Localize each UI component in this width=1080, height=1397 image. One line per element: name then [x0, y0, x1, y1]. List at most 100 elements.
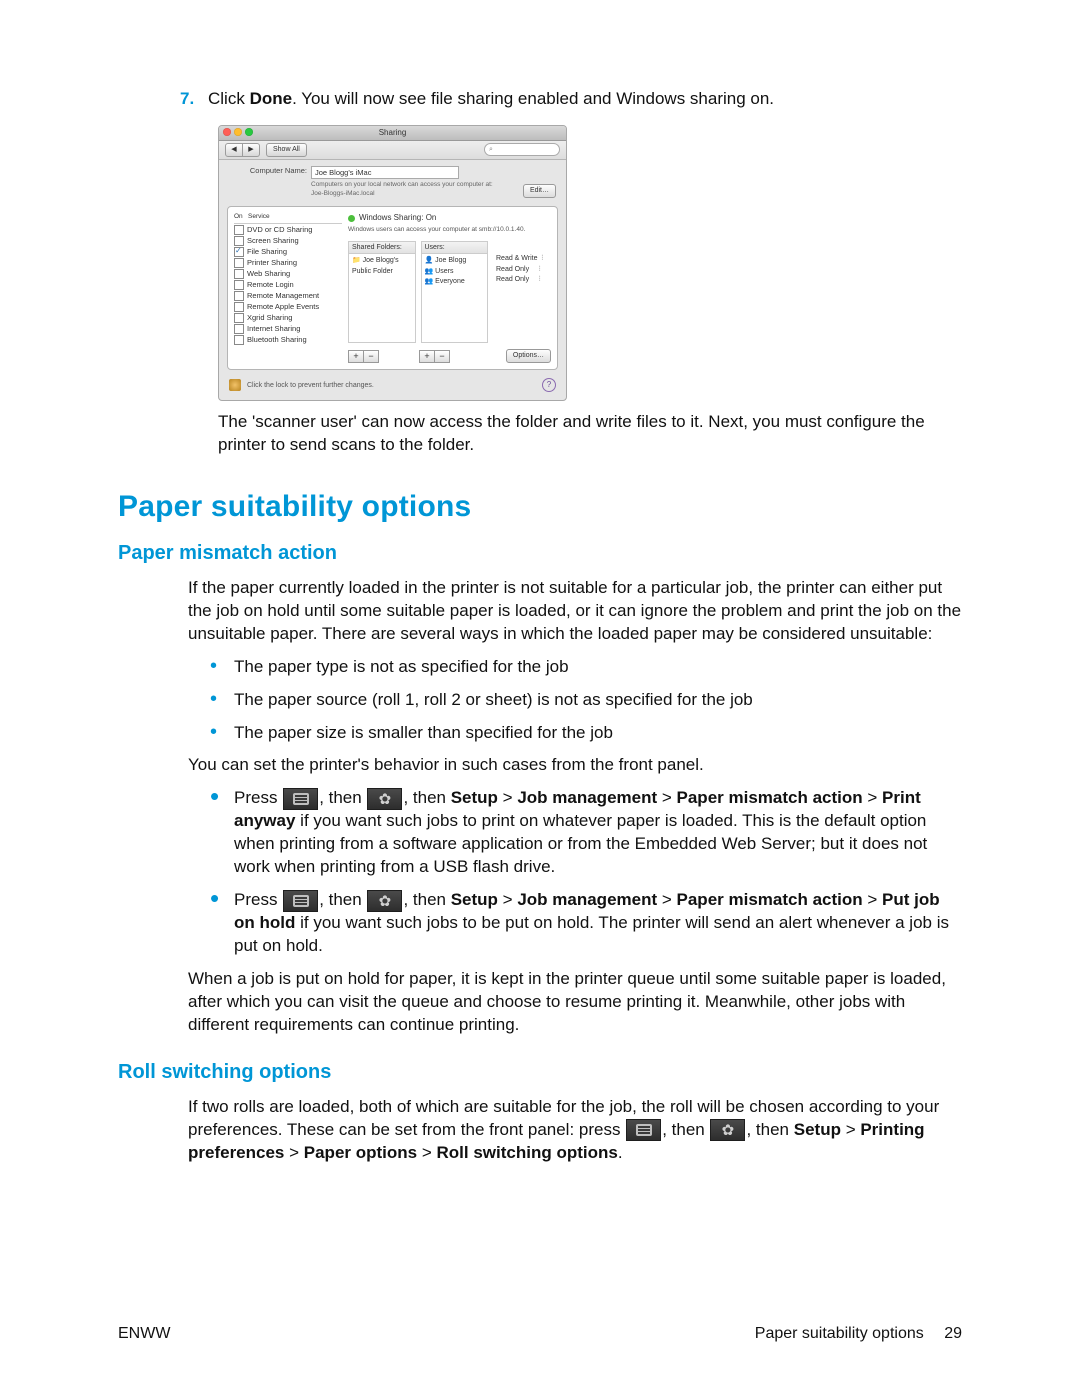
- bullet-paper-size: The paper size is smaller than specified…: [210, 722, 962, 745]
- service-item[interactable]: Web Sharing: [234, 268, 342, 279]
- tail-1: if you want such jobs to print on whatev…: [234, 811, 927, 876]
- mismatch-procedures: Press , then , then Setup > Job manageme…: [210, 787, 962, 958]
- service-checkbox[interactable]: [234, 280, 244, 290]
- service-item[interactable]: DVD or CD Sharing: [234, 224, 342, 235]
- perms-body: Read & Write ⫶Read Only ⫶Read Only ⫶: [493, 252, 551, 343]
- users-box: Users: 👤 Joe Blogg👥 Users👥 Everyone: [421, 241, 489, 343]
- press-2: Press: [234, 890, 282, 909]
- gt: >: [417, 1143, 436, 1162]
- show-all-button[interactable]: Show All: [266, 143, 307, 157]
- services-header: On Service: [234, 213, 342, 224]
- forward-button[interactable]: ▶: [243, 143, 260, 157]
- computer-name-block: Computer Name: Joe Blogg's iMac Computer…: [219, 160, 566, 207]
- press-1: Press: [234, 788, 282, 807]
- service-label: Xgrid Sharing: [247, 313, 292, 323]
- bullet-paper-type: The paper type is not as specified for t…: [210, 656, 962, 679]
- bullet-paper-source: The paper source (roll 1, roll 2 or shee…: [210, 689, 962, 712]
- step-7: 7. Click Done. You will now see file sha…: [180, 88, 962, 111]
- service-checkbox[interactable]: [234, 225, 244, 235]
- col-service: Service: [248, 213, 270, 222]
- user-row[interactable]: 👥 Everyone: [425, 277, 485, 288]
- service-label: Web Sharing: [247, 269, 290, 279]
- services-list: DVD or CD SharingScreen SharingFile Shar…: [234, 224, 342, 363]
- then-3a: , then: [662, 1120, 709, 1139]
- options-button[interactable]: Options…: [506, 349, 551, 363]
- lock-icon[interactable]: [229, 379, 241, 391]
- status-sub: Windows users can access your computer a…: [348, 226, 551, 235]
- service-checkbox[interactable]: [234, 335, 244, 345]
- service-label: Printer Sharing: [247, 258, 297, 268]
- col-on: On: [234, 213, 248, 222]
- path-jobmgmt: Job management: [517, 788, 657, 807]
- gt: >: [841, 1120, 860, 1139]
- service-checkbox[interactable]: [234, 291, 244, 301]
- folders-body[interactable]: 📁 Joe Blogg's Public Folder: [349, 254, 415, 342]
- menu-panel-icon: [283, 788, 318, 810]
- service-item[interactable]: Internet Sharing: [234, 323, 342, 334]
- step-bold: Done: [250, 89, 293, 108]
- service-checkbox[interactable]: [234, 302, 244, 312]
- user-row[interactable]: 👥 Users: [425, 267, 485, 278]
- mismatch-body: If the paper currently loaded in the pri…: [188, 577, 962, 1037]
- lock-text: Click the lock to prevent further change…: [247, 381, 374, 390]
- computer-name-sub: Computers on your local network can acce…: [311, 181, 501, 199]
- service-checkbox[interactable]: [234, 313, 244, 323]
- minimize-icon[interactable]: [234, 128, 242, 136]
- heading-paper-suitability: Paper suitability options: [118, 487, 962, 528]
- user-row[interactable]: 👤 Joe Blogg: [425, 256, 485, 267]
- computer-name-label: Computer Name:: [229, 166, 307, 176]
- search-input[interactable]: ⌕: [484, 143, 560, 156]
- path-setup: Setup: [794, 1120, 841, 1139]
- remove-user-button[interactable]: −: [435, 350, 450, 363]
- tables-row: Shared Folders: 📁 Joe Blogg's Public Fol…: [348, 241, 551, 343]
- page-footer: ENWW Paper suitability options 29: [118, 1323, 962, 1345]
- status-line: Windows Sharing: On: [348, 213, 551, 224]
- service-checkbox[interactable]: [234, 324, 244, 334]
- footer-right: Paper suitability options 29: [755, 1323, 962, 1345]
- folders-head: Shared Folders:: [349, 242, 415, 254]
- path-mismatch: Paper mismatch action: [677, 788, 863, 807]
- document-page: 7. Click Done. You will now see file sha…: [0, 0, 1080, 1397]
- computer-name-field[interactable]: Joe Blogg's iMac: [311, 166, 459, 179]
- service-checkbox[interactable]: [234, 247, 244, 257]
- service-item[interactable]: Xgrid Sharing: [234, 312, 342, 323]
- menu-panel-icon: [626, 1119, 661, 1141]
- service-item[interactable]: Screen Sharing: [234, 235, 342, 246]
- gt: >: [863, 788, 882, 807]
- perm-row[interactable]: Read Only ⫶: [496, 275, 548, 286]
- step-text: Click Done. You will now see file sharin…: [208, 88, 774, 111]
- back-button[interactable]: ◀: [225, 143, 243, 157]
- roll-body: If two rolls are loaded, both of which a…: [188, 1096, 962, 1165]
- service-item[interactable]: File Sharing: [234, 246, 342, 257]
- step-post: . You will now see file sharing enabled …: [292, 89, 774, 108]
- perm-row[interactable]: Read Only ⫶: [496, 265, 548, 276]
- mac-toolbar: ◀ ▶ Show All ⌕: [219, 141, 566, 160]
- gt: >: [863, 890, 882, 909]
- service-checkbox[interactable]: [234, 269, 244, 279]
- zoom-icon[interactable]: [245, 128, 253, 136]
- add-user-button[interactable]: +: [419, 350, 435, 363]
- service-item[interactable]: Printer Sharing: [234, 257, 342, 268]
- gear-panel-icon: [710, 1119, 745, 1141]
- gt: >: [498, 788, 517, 807]
- service-checkbox[interactable]: [234, 236, 244, 246]
- help-icon[interactable]: ?: [542, 378, 556, 392]
- edit-button[interactable]: Edit…: [523, 184, 556, 198]
- mismatch-p1: If the paper currently loaded in the pri…: [188, 577, 962, 646]
- service-item[interactable]: Remote Login: [234, 279, 342, 290]
- services-column: On Service DVD or CD SharingScreen Shari…: [234, 213, 342, 363]
- mac-titlebar: Sharing: [219, 126, 566, 141]
- heading-roll-switching: Roll switching options: [118, 1059, 962, 1086]
- then-2b: , then: [403, 890, 450, 909]
- heading-paper-mismatch: Paper mismatch action: [118, 540, 962, 567]
- service-item[interactable]: Remote Apple Events: [234, 301, 342, 312]
- add-folder-button[interactable]: +: [348, 350, 364, 363]
- service-item[interactable]: Remote Management: [234, 290, 342, 301]
- service-label: DVD or CD Sharing: [247, 225, 312, 235]
- service-checkbox[interactable]: [234, 258, 244, 268]
- service-label: Remote Login: [247, 280, 294, 290]
- remove-folder-button[interactable]: −: [364, 350, 379, 363]
- close-icon[interactable]: [223, 128, 231, 136]
- service-item[interactable]: Bluetooth Sharing: [234, 334, 342, 345]
- perm-row[interactable]: Read & Write ⫶: [496, 254, 548, 265]
